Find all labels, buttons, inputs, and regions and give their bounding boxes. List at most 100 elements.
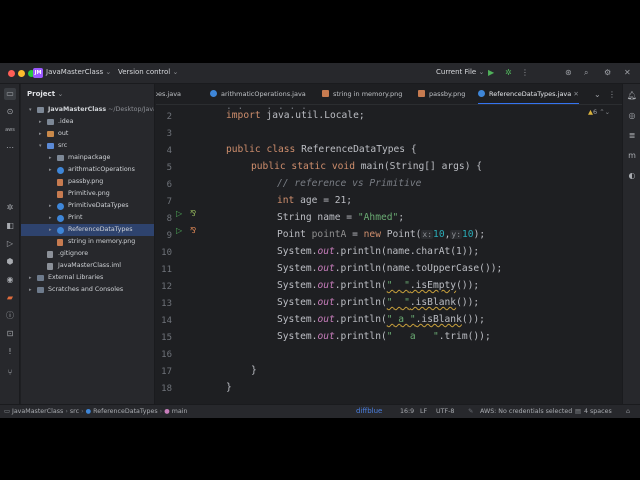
java-class-icon xyxy=(57,202,64,210)
run-config-label: Current File xyxy=(436,68,477,76)
line-separator[interactable]: LF xyxy=(420,405,427,418)
problems-icon[interactable]: ⓘ xyxy=(4,310,16,322)
tabs-more-icon[interactable]: ⋮ xyxy=(608,84,616,104)
chevron-down-icon[interactable]: ▾ xyxy=(39,140,42,152)
tree-item[interactable]: ▸ mainpackage xyxy=(21,152,154,164)
aws-icon[interactable]: aws xyxy=(4,124,16,136)
database-icon[interactable]: ≣ xyxy=(626,130,638,142)
tree-item[interactable]: ▸ PrimitiveDataTypes xyxy=(21,200,154,212)
tree-item[interactable]: passby.png xyxy=(21,176,154,188)
code-line-13: System.out.println(" ".isBlank()); xyxy=(277,297,479,308)
file-encoding[interactable]: UTF-8 xyxy=(436,405,454,418)
implements-icon[interactable]: ⅋ xyxy=(190,209,196,218)
diffblue-plugin[interactable]: diffblue xyxy=(356,405,382,418)
tree-item[interactable]: ▸ .idea xyxy=(21,116,154,128)
project-switcher[interactable]: JavaMasterClass ⌄ xyxy=(46,68,111,76)
override-icon[interactable]: ⅋ xyxy=(190,226,196,235)
tree-item[interactable]: string in memory.png xyxy=(21,236,154,248)
tree-item[interactable]: ▸ Scratches and Consoles xyxy=(21,284,154,296)
breadcrumb-method[interactable]: main xyxy=(172,408,188,415)
services-icon[interactable]: ◧ xyxy=(4,220,16,232)
chevron-right-icon[interactable]: ▸ xyxy=(29,272,32,284)
project-panel-title[interactable]: Project ⌄ xyxy=(27,90,63,98)
more-actions-icon[interactable]: ⋮ xyxy=(521,68,529,78)
code-editor[interactable]: . . . . . . import java.util.Locale; pub… xyxy=(210,105,622,404)
git-icon[interactable]: ⑂ xyxy=(4,367,16,379)
line-number: 18 xyxy=(161,384,172,394)
run-tool-icon[interactable]: ▷ xyxy=(4,238,16,250)
tree-item[interactable]: JavaMasterClass.iml xyxy=(21,260,154,272)
tree-item[interactable]: ▾ src xyxy=(21,140,154,152)
terminal-icon[interactable]: ⊡ xyxy=(4,328,16,340)
breadcrumb-src[interactable]: src xyxy=(70,408,79,415)
chevron-right-icon[interactable]: ▸ xyxy=(39,128,42,140)
minimize-window-button[interactable] xyxy=(18,70,25,77)
editor-tab[interactable]: string in memory.png xyxy=(322,84,402,104)
line-number: 7 xyxy=(166,197,172,207)
breadcrumb-project[interactable]: JavaMasterClass xyxy=(12,408,63,415)
lock-icon[interactable]: ⌂ xyxy=(626,405,630,418)
out-field: out xyxy=(317,331,335,342)
run-config-selector[interactable]: Current File ⌄ xyxy=(436,68,484,76)
gradle-icon[interactable]: ◎ xyxy=(626,110,638,122)
line-number: 12 xyxy=(161,282,172,292)
tree-item[interactable]: ▸ out xyxy=(21,128,154,140)
tree-item[interactable]: Primitive.png xyxy=(21,188,154,200)
caret-position[interactable]: 16:9 xyxy=(400,405,414,418)
close-tab-icon[interactable]: ✕ xyxy=(571,90,578,98)
tree-item[interactable]: ▸ Print xyxy=(21,212,154,224)
maven-icon[interactable]: m xyxy=(626,150,638,162)
number-y: 10 xyxy=(462,229,474,240)
breadcrumb[interactable]: ▭ JavaMasterClass › src › ● ReferenceDat… xyxy=(4,405,187,418)
search-icon[interactable]: ⌕ xyxy=(584,68,588,78)
chevron-right-icon[interactable]: ▸ xyxy=(49,200,52,212)
run-class-icon[interactable]: ▷ xyxy=(176,209,182,218)
image-file-icon xyxy=(57,238,63,246)
breadcrumb-class[interactable]: ReferenceDataTypes xyxy=(93,408,158,415)
close-brace: } xyxy=(251,365,257,376)
sonarlint-icon[interactable]: ▰ xyxy=(4,292,16,304)
chevron-right-icon[interactable]: ▸ xyxy=(49,164,52,176)
editor-tab[interactable]: ypes.java xyxy=(156,84,181,104)
close-icon[interactable]: ✕ xyxy=(624,68,631,78)
project-tool-icon[interactable]: ▭ xyxy=(4,88,16,100)
tabs-dropdown-icon[interactable]: ⌄ xyxy=(594,84,601,104)
run-main-icon[interactable]: ▷ xyxy=(176,226,182,235)
editor-tab[interactable]: ReferenceDataTypes.java ✕ xyxy=(478,84,579,104)
plugins-icon[interactable]: ◉ xyxy=(4,274,16,286)
build-icon[interactable]: ⬢ xyxy=(4,256,16,268)
debug-tool-icon[interactable]: ✲ xyxy=(4,202,16,214)
tree-item[interactable]: ▸ arithmaticOperations xyxy=(21,164,154,176)
settings-gear-icon[interactable]: ⚙ xyxy=(604,68,611,78)
string-literal: " a " xyxy=(386,314,416,325)
line-number: 16 xyxy=(161,350,172,360)
tree-item[interactable]: ▸ External Libraries xyxy=(21,272,154,284)
editor-tab[interactable]: arithmaticOperations.java xyxy=(210,84,306,104)
vcs-menu[interactable]: Version control ⌄ xyxy=(118,68,178,76)
copilot-icon[interactable]: ◐ xyxy=(626,170,638,182)
chevron-right-icon[interactable]: ▸ xyxy=(49,224,52,236)
tree-item[interactable]: ▾ JavaMasterClass ~/Desktop/JavaM xyxy=(21,104,154,116)
close-window-button[interactable] xyxy=(8,70,15,77)
chevron-right-icon[interactable]: ▸ xyxy=(39,116,42,128)
inspection-widget[interactable]: ▲6 ⌃⌄ xyxy=(588,108,610,116)
editor-tab[interactable]: passby.png xyxy=(418,84,465,104)
ai-assistant-icon[interactable]: ⊛ xyxy=(565,68,572,78)
editor-tab-label: arithmaticOperations.java xyxy=(221,90,306,98)
out-field: out xyxy=(317,263,335,274)
run-icon[interactable]: ▶ xyxy=(488,68,494,78)
chevron-right-icon[interactable]: ▸ xyxy=(49,212,52,224)
chevron-right-icon[interactable]: ▸ xyxy=(49,152,52,164)
chevron-down-icon[interactable]: ▾ xyxy=(29,104,32,116)
notifications-icon[interactable]: ! xyxy=(4,346,16,358)
structure-icon[interactable]: ⋯ xyxy=(4,142,16,154)
tree-item[interactable]: ▸ ReferenceDataTypes xyxy=(21,224,154,236)
chevron-right-icon[interactable]: ▸ xyxy=(29,284,32,296)
notifications-bell-icon[interactable]: 🔔︎ xyxy=(626,90,638,102)
java-class-icon xyxy=(478,90,485,97)
debug-icon[interactable]: ✲ xyxy=(505,68,512,78)
commit-icon[interactable]: ⊙ xyxy=(4,106,16,118)
tree-item[interactable]: .gitignore xyxy=(21,248,154,260)
aws-credentials[interactable]: AWS: No credentials selected xyxy=(480,405,572,418)
indent-setting[interactable]: 4 spaces xyxy=(584,405,612,418)
